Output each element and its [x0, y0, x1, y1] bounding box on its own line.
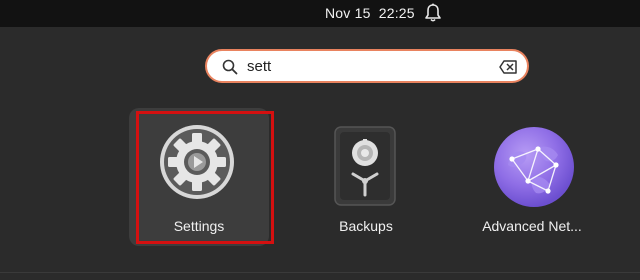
clock-time: 22:25 — [378, 5, 415, 21]
backspace-clear-icon[interactable] — [499, 60, 517, 74]
clock-date: Nov 15 — [325, 5, 371, 21]
clock[interactable]: Nov 15 22:25 — [325, 5, 415, 21]
backups-safe-icon — [334, 126, 396, 206]
app-label-backups: Backups — [339, 218, 393, 234]
divider — [0, 272, 640, 273]
app-label-advanced-network: Advanced Net... — [482, 218, 582, 234]
advanced-network-globe-icon — [494, 127, 574, 207]
bell-icon[interactable] — [424, 3, 442, 23]
highlight-box — [136, 111, 274, 244]
top-bar: Nov 15 22:25 — [0, 0, 640, 27]
search-field[interactable] — [205, 49, 529, 83]
search-icon — [222, 59, 238, 75]
search-input[interactable] — [247, 56, 487, 76]
